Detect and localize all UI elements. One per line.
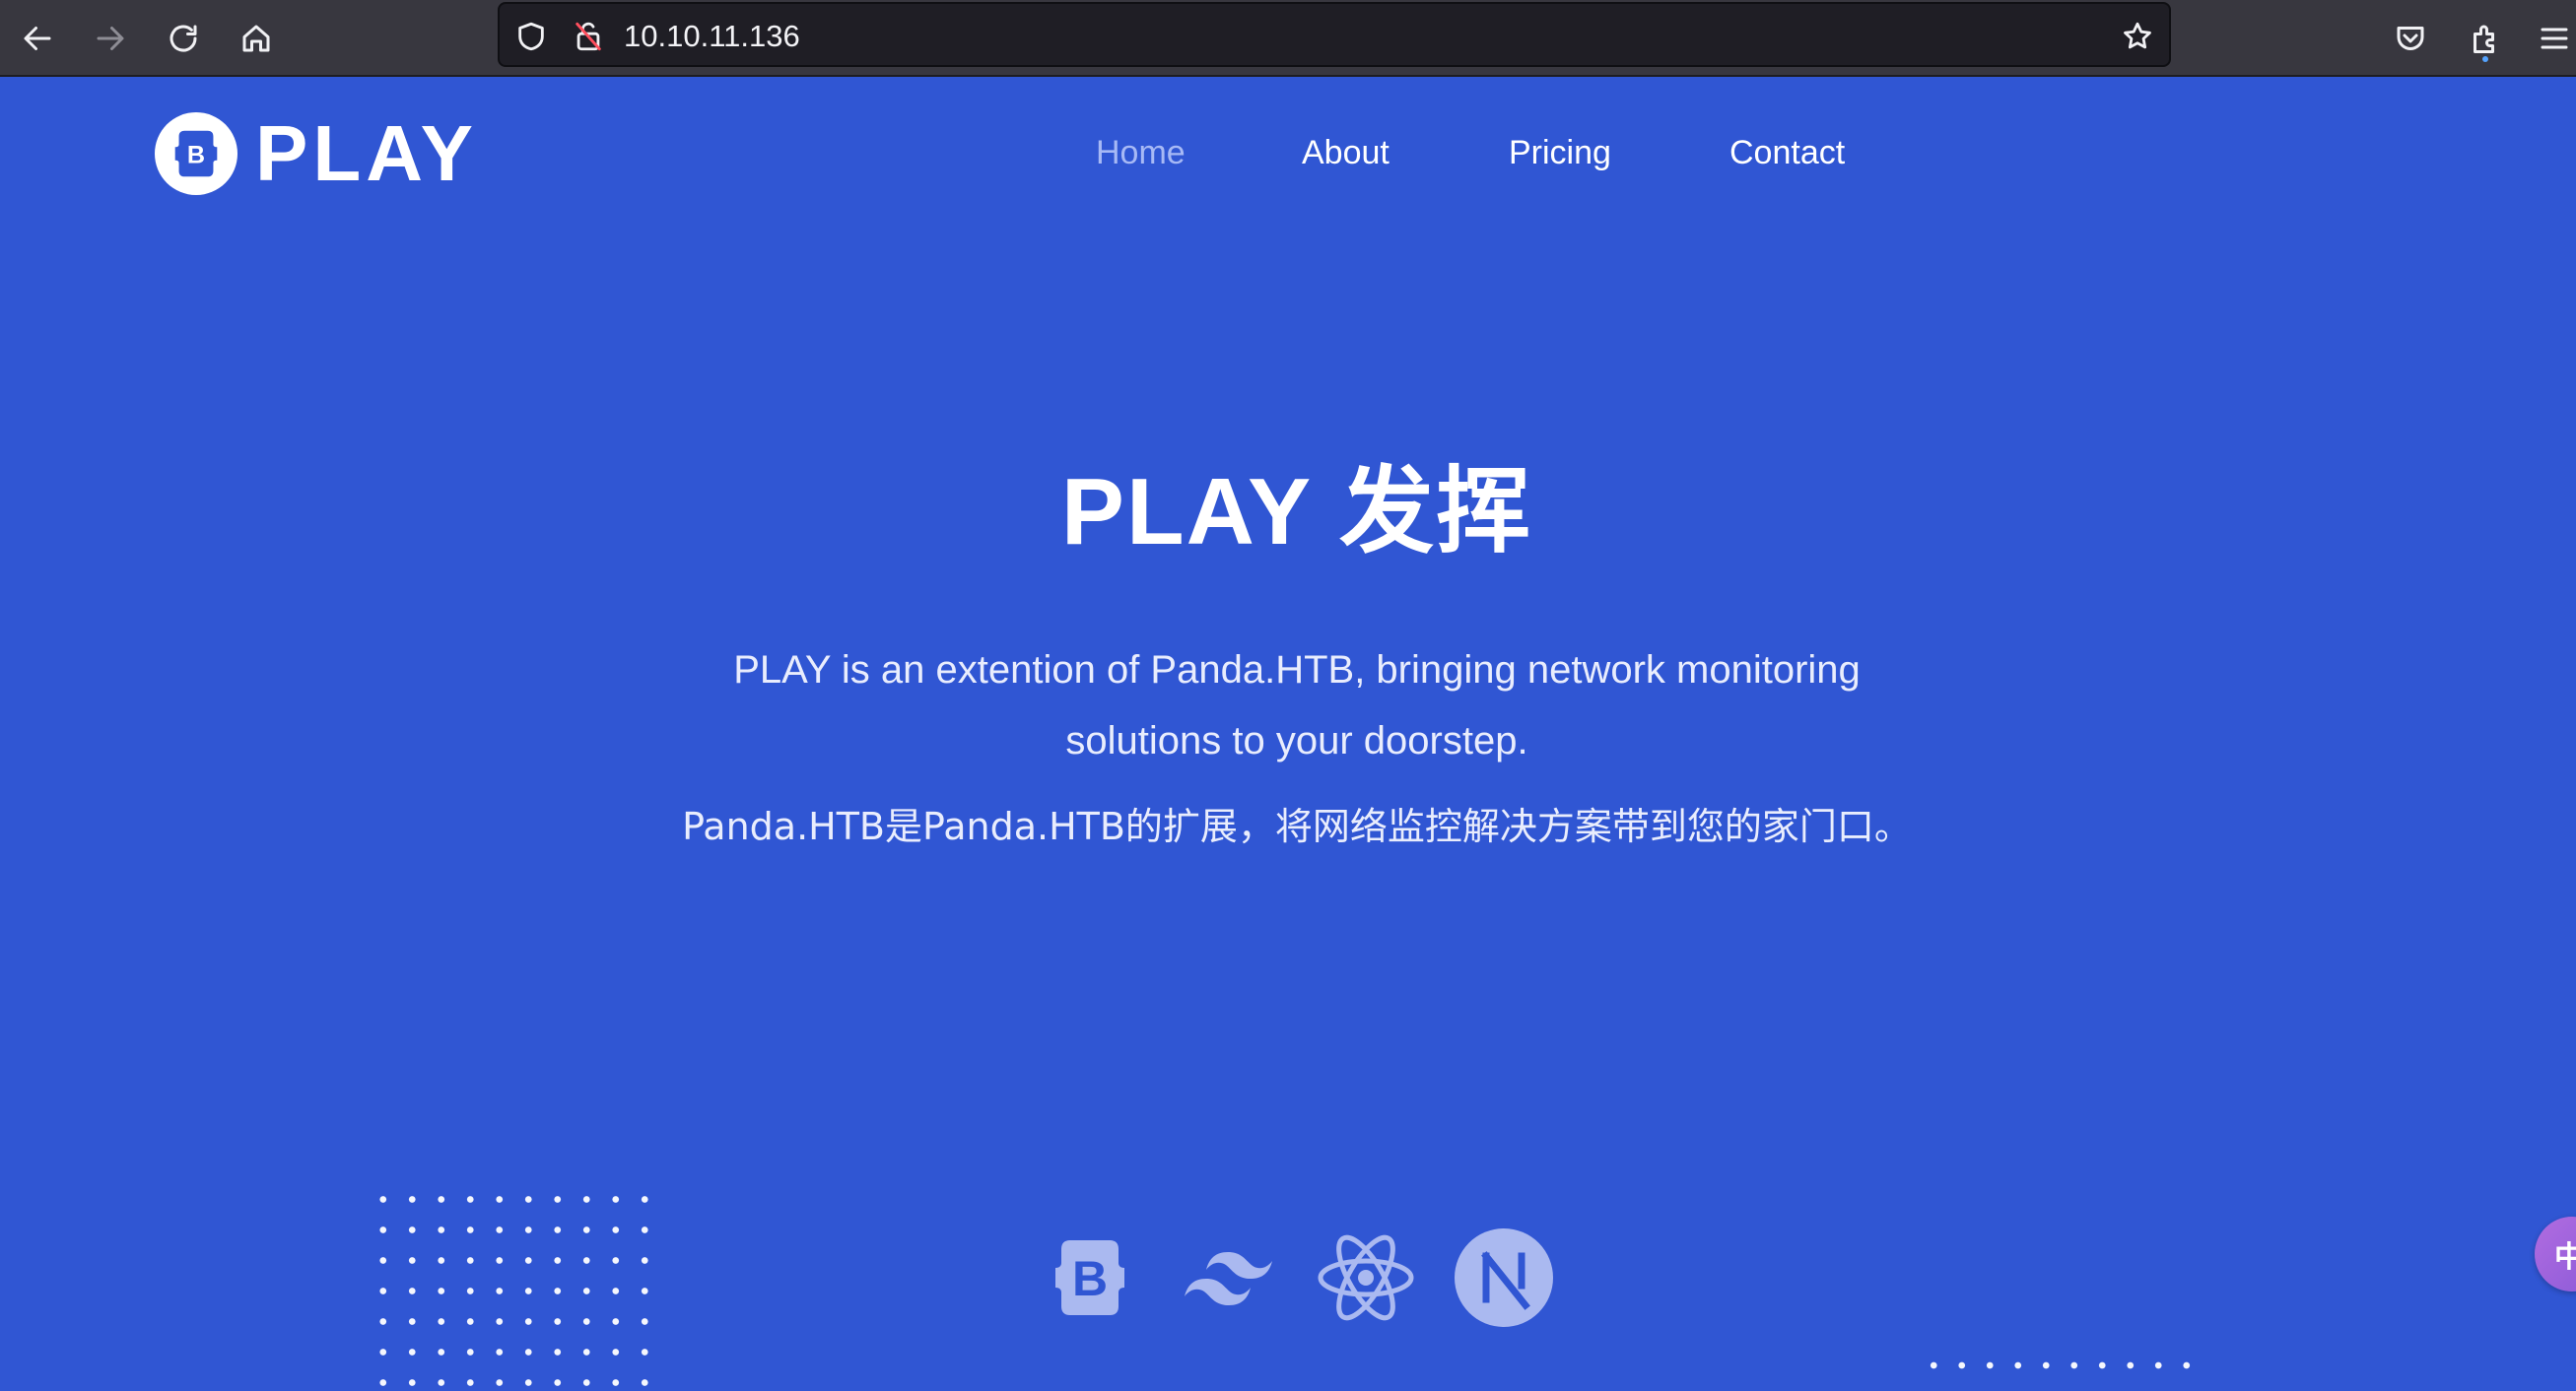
back-icon (24, 27, 51, 50)
app-menu-button[interactable] (2529, 13, 2576, 64)
reload-button[interactable] (156, 11, 211, 66)
react-icon (1318, 1234, 1414, 1321)
web-page: B PLAY Home About Pricing Contact PLAY 发… (0, 77, 2576, 1391)
shield-icon (518, 22, 544, 51)
svg-text:B: B (1072, 1251, 1108, 1306)
menu-icon (2541, 28, 2568, 49)
browser-toolbar: 10.10.11.136 (0, 0, 2576, 77)
nextjs-tech-logo (1451, 1225, 1557, 1331)
nav-link-contact[interactable]: Contact (1729, 128, 1845, 177)
forward-icon (97, 27, 124, 50)
site-info-button[interactable] (569, 17, 608, 56)
bootstrap-icon: B (1055, 1240, 1124, 1315)
decorative-dot-grid-left (369, 1184, 654, 1391)
home-icon (242, 25, 270, 52)
translate-widget-glyph: 中 (2554, 1240, 2576, 1275)
reload-icon (169, 25, 197, 52)
pocket-icon (2397, 27, 2424, 50)
tracking-protection-button[interactable] (511, 17, 551, 56)
nextjs-icon (1455, 1228, 1553, 1327)
react-tech-logo (1313, 1225, 1419, 1331)
hero-description: PLAY is an extention of Panda.HTB, bring… (733, 648, 1861, 762)
bookmark-button[interactable] (2118, 17, 2157, 56)
tailwind-icon (1185, 1252, 1272, 1305)
main-nav: Home About Pricing Contact (0, 128, 2576, 177)
nav-link-about[interactable]: About (1302, 128, 1390, 177)
extensions-button[interactable] (2460, 13, 2511, 64)
extension-update-dot (2482, 56, 2488, 62)
back-button[interactable] (10, 11, 65, 66)
tailwind-tech-logo (1175, 1225, 1281, 1331)
translate-widget-button[interactable]: 中 (2535, 1217, 2576, 1292)
hero-title: PLAY 发挥 (1060, 459, 1533, 564)
hero-description-chinese: Panda.HTB是Panda.HTB的扩展，将网络监控解决方案带到您的家门口。 (682, 805, 1912, 848)
url-bar[interactable]: 10.10.11.136 (498, 2, 2171, 67)
extensions-icon (2474, 25, 2494, 53)
pocket-button[interactable] (2385, 13, 2436, 64)
home-button[interactable] (229, 11, 284, 66)
insecure-lock-icon (576, 22, 601, 51)
bookmark-star-icon (2124, 22, 2151, 49)
url-text[interactable]: 10.10.11.136 (624, 18, 800, 55)
forward-button[interactable] (83, 11, 138, 66)
nav-link-home[interactable]: Home (1096, 128, 1186, 177)
bootstrap-tech-logo: B (1037, 1225, 1143, 1331)
decorative-dot-grid-right (1920, 1356, 2205, 1375)
nav-link-pricing[interactable]: Pricing (1509, 128, 1611, 177)
